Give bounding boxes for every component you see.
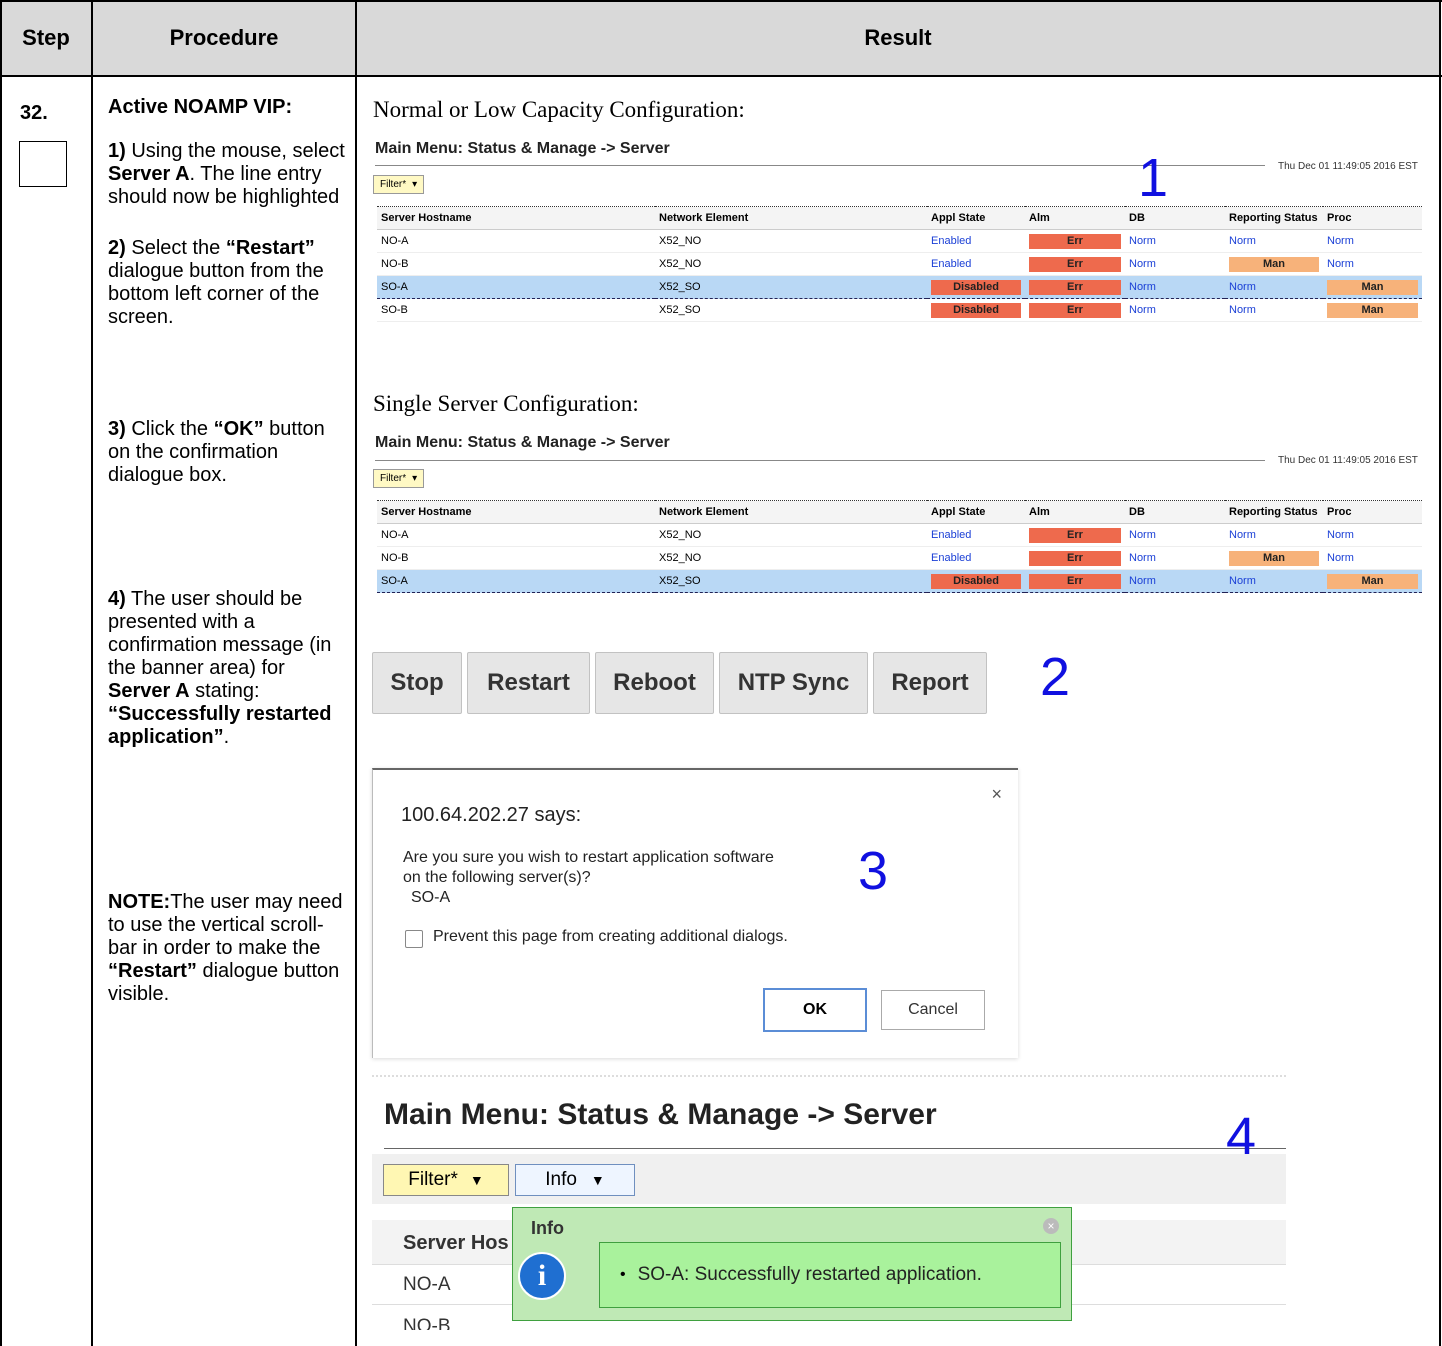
header-step: Step [0, 0, 92, 75]
bottom-row-1: NO-A [403, 1274, 451, 1295]
marker-3: 3 [858, 841, 889, 901]
prevent-dialogs-checkbox[interactable] [405, 930, 423, 948]
chevron-down-icon: ▾ [412, 179, 418, 190]
info-message: SO-A: Successfully restarted application… [637, 1264, 982, 1285]
screen-title-1: Main Menu: Status & Manage -> Server [375, 140, 670, 157]
server-table-2: Server Hostname Network Element Appl State… [377, 500, 1422, 593]
dialog-title: 100.64.202.27 says: [401, 804, 582, 826]
info-message-box: • SO-A: Successfully restarted applicati… [599, 1242, 1061, 1308]
report-button[interactable]: Report [873, 652, 987, 714]
table-row[interactable]: NO-B X52_NO Enabled Err Norm Man Norm [377, 546, 1422, 570]
border-top [0, 0, 1442, 2]
info-icon: i [518, 1252, 566, 1300]
bottom-row-2: NO-B [403, 1316, 451, 1330]
border-col1 [91, 0, 93, 1346]
header-procedure: Procedure [92, 0, 356, 75]
bullet-icon: • [620, 1266, 626, 1283]
border-right [1439, 0, 1441, 1346]
caption-normal-config: Normal or Low Capacity Configuration: [373, 97, 745, 122]
reboot-button[interactable]: Reboot [595, 652, 714, 714]
ntp-sync-button[interactable]: NTP Sync [719, 652, 868, 714]
procedure-step-3: 3) Click the “OK” button on the confirma… [108, 418, 325, 486]
table-row[interactable]: NO-A X52_NO Enabled Err Norm Norm Norm [377, 229, 1422, 253]
dialog-message: Are you sure you wish to restart applica… [403, 849, 774, 906]
cancel-button[interactable]: Cancel [881, 990, 985, 1030]
procedure-heading: Active NOAMP VIP: [108, 96, 293, 118]
server-table-1: Server Hostname Network Element Appl State… [377, 206, 1422, 322]
screen-title-2: Main Menu: Status & Manage -> Server [375, 434, 670, 451]
marker-1: 1 [1138, 148, 1169, 208]
table-row-selected[interactable]: SO-A X52_SO Disabled Err Norm Norm Man [377, 275, 1422, 299]
info-banner: Info × i • SO-A: Successfully restarted … [512, 1207, 1072, 1321]
ok-button[interactable]: OK [763, 988, 867, 1032]
step-checkbox[interactable] [19, 141, 67, 187]
stop-button[interactable]: Stop [372, 652, 462, 714]
title-rule-3 [384, 1148, 1286, 1149]
title-rule-2 [375, 460, 1265, 461]
procedure-note: NOTE:The user may need to use the vertic… [108, 891, 343, 1005]
procedure-step-2: 2) Select the “Restart” dialogue button … [108, 237, 324, 328]
title-rule-1 [375, 165, 1265, 166]
header-result: Result [356, 0, 1440, 75]
confirmation-dialog: × 100.64.202.27 says: Are you sure you w… [372, 768, 1018, 1058]
table-header-row: Server Hostname Network Element Appl State… [377, 206, 1422, 230]
filter-button-1[interactable]: Filter* ▾ [373, 175, 425, 194]
screen-title-3: Main Menu: Status & Manage -> Server [384, 1098, 937, 1131]
table-header-row: Server Hostname Network Element Appl State… [377, 500, 1422, 524]
table-row-selected[interactable]: SO-A X52_SO Disabled Err Norm Norm Man [377, 569, 1422, 593]
chevron-down-icon: ▼ [469, 1172, 484, 1188]
filter-button-2[interactable]: Filter* ▾ [373, 469, 425, 488]
table-row[interactable]: NO-A X52_NO Enabled Err Norm Norm Norm [377, 523, 1422, 547]
chevron-down-icon: ▼ [590, 1172, 605, 1188]
table-row[interactable]: SO-B X52_SO Disabled Err Norm Norm Man [377, 298, 1422, 322]
separator-dotted [372, 1075, 1286, 1077]
close-icon[interactable]: × [991, 784, 1002, 805]
restart-button[interactable]: Restart [467, 652, 590, 714]
marker-2: 2 [1040, 647, 1071, 707]
step-number: 32. [20, 102, 48, 124]
info-button[interactable]: Info ▼ [515, 1164, 635, 1196]
procedure-step-1: 1) Using the mouse, select Server A. The… [108, 140, 345, 208]
border-header-bottom [0, 75, 1442, 77]
border-left [0, 0, 2, 1346]
table-row[interactable]: NO-B X52_NO Enabled Err Norm Man Norm [377, 252, 1422, 276]
bottom-col-header: Server Hos [403, 1232, 509, 1254]
timestamp-1: Thu Dec 01 11:49:05 2016 EST [1278, 161, 1418, 172]
filter-button-3[interactable]: Filter* ▼ [383, 1164, 509, 1196]
timestamp-2: Thu Dec 01 11:49:05 2016 EST [1278, 455, 1418, 466]
info-banner-title: Info [531, 1218, 564, 1238]
caption-single-config: Single Server Configuration: [373, 391, 639, 416]
toolbar-bg [372, 1154, 1286, 1204]
border-col2 [355, 0, 357, 1346]
close-icon[interactable]: × [1043, 1218, 1059, 1234]
prevent-dialogs-label: Prevent this page from creating addition… [433, 928, 788, 945]
procedure-step-4: 4) The user should be presented with a c… [108, 588, 332, 748]
chevron-down-icon: ▾ [412, 473, 418, 484]
